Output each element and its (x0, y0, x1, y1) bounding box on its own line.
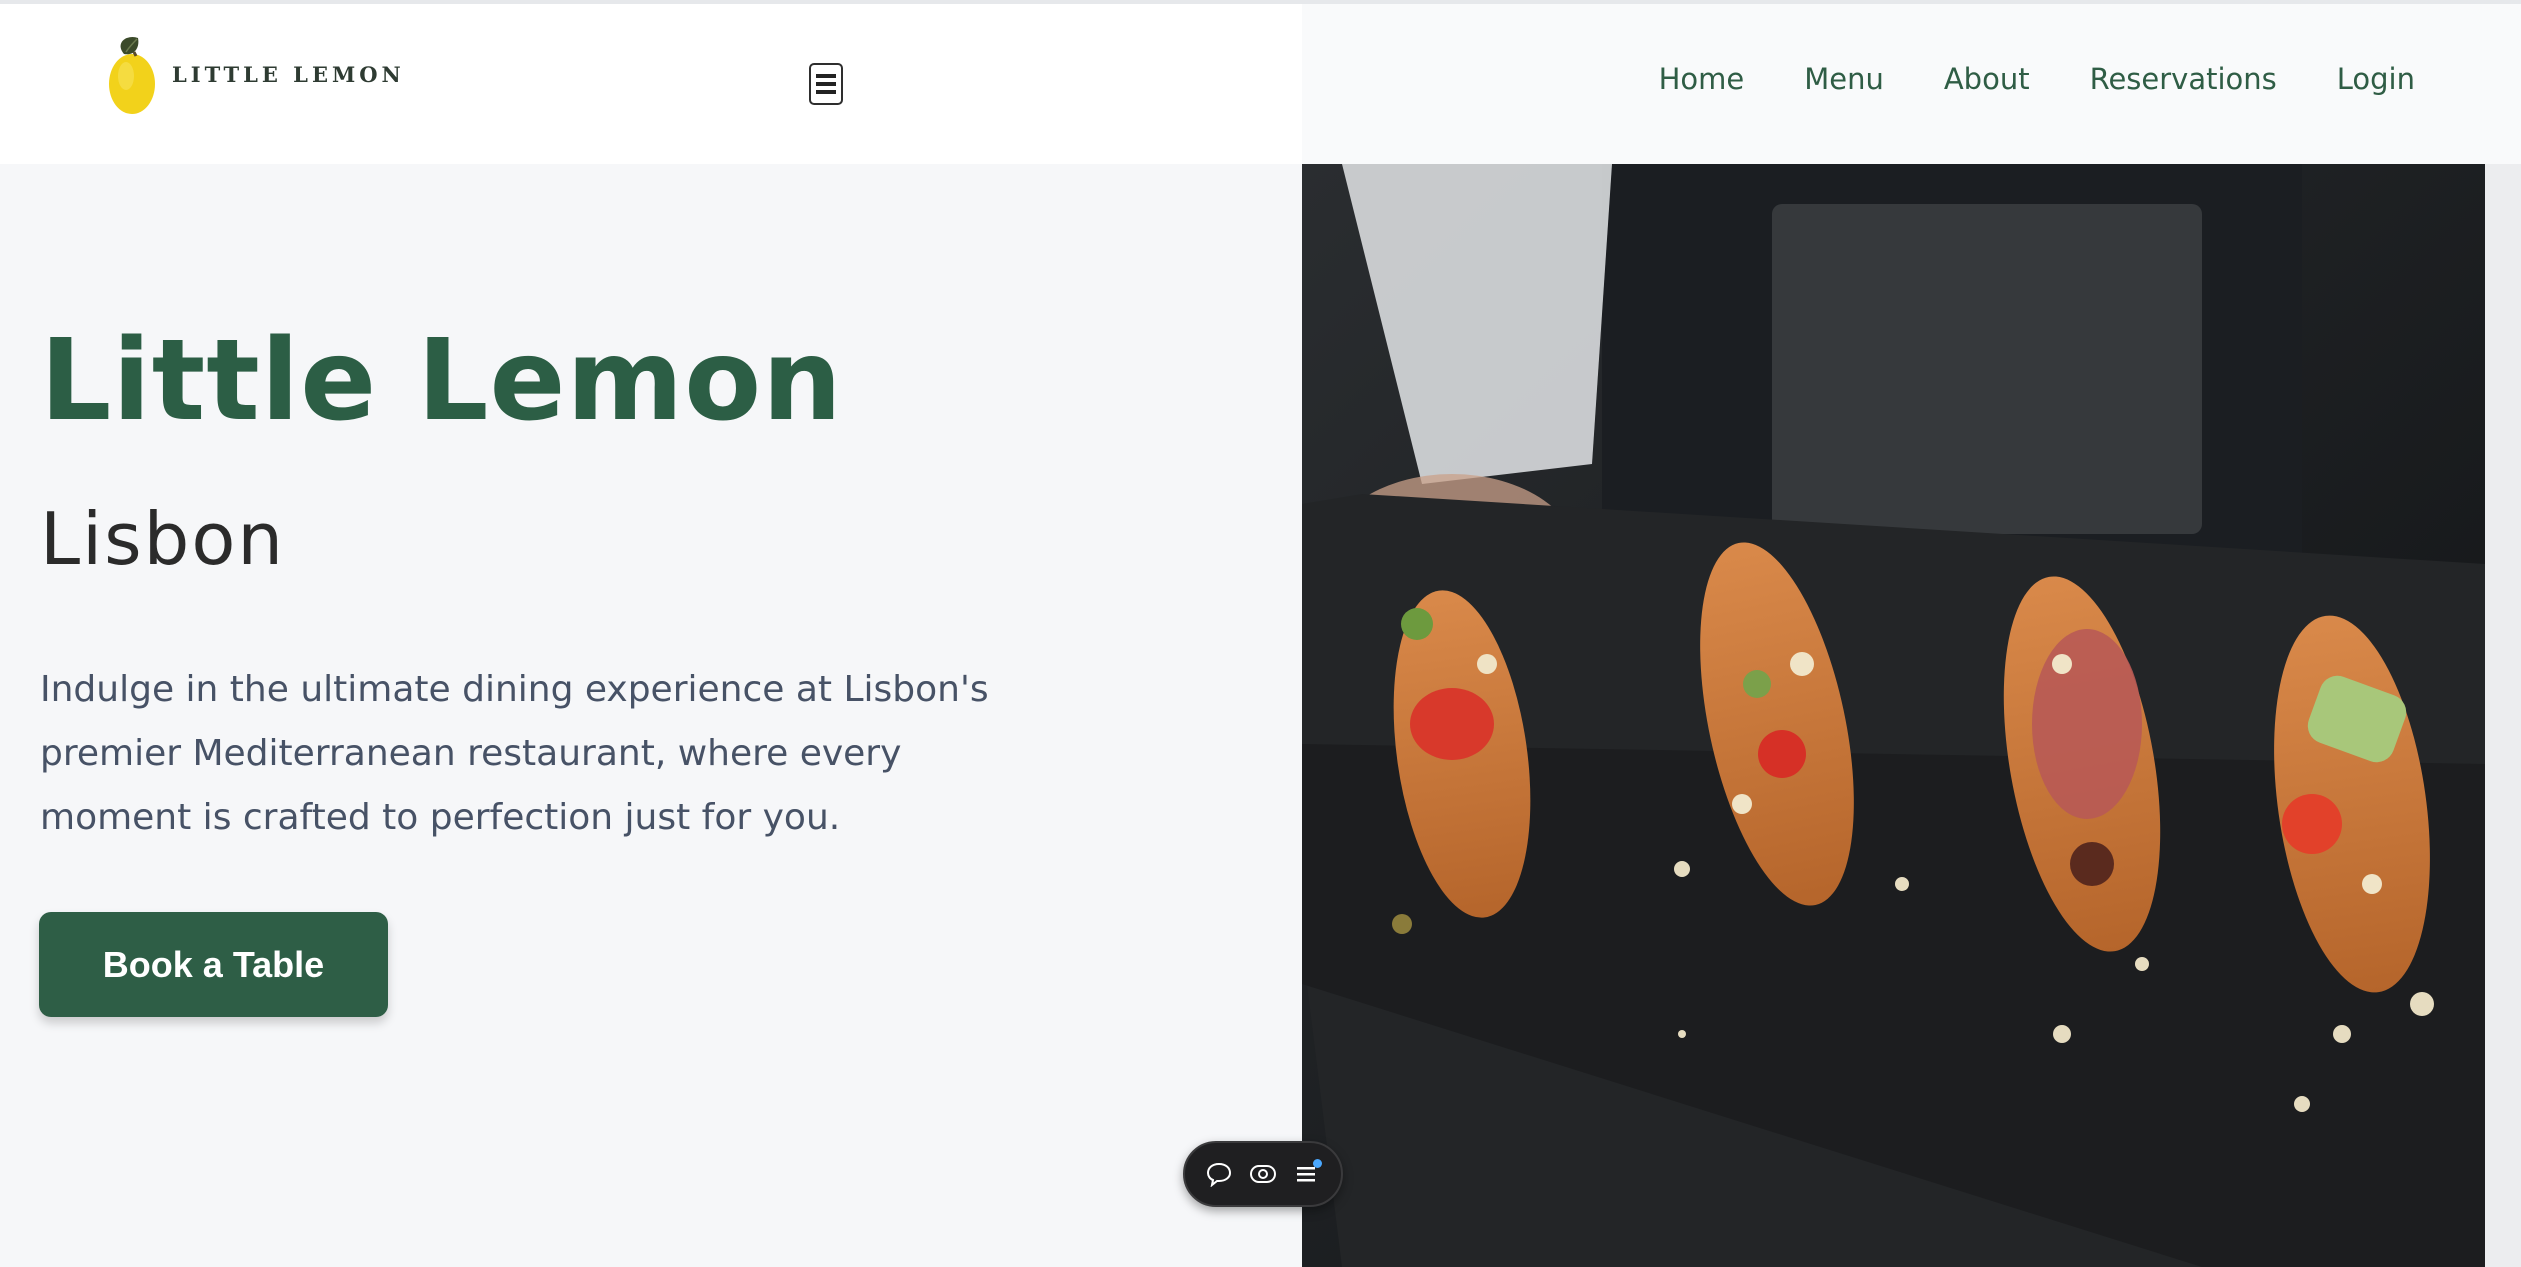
page: LITTLE LEMON Home Menu About Reservation… (0, 0, 2521, 1267)
brand-logo[interactable]: LITTLE LEMON (106, 32, 405, 116)
nav-menu[interactable]: Menu (1804, 62, 1884, 96)
lemon-icon (106, 32, 158, 116)
book-table-button[interactable]: Book a Table (39, 912, 388, 1017)
page-edge-strip (2485, 164, 2521, 1267)
eye-icon[interactable] (1244, 1155, 1282, 1193)
hero-title: Little Lemon (40, 316, 843, 446)
hero-city: Lisbon (40, 497, 286, 581)
hamburger-line (816, 82, 836, 86)
floating-toolbar (1183, 1141, 1343, 1207)
comment-icon[interactable] (1200, 1155, 1238, 1193)
list-menu-icon[interactable] (1288, 1155, 1326, 1193)
hamburger-line (816, 74, 836, 78)
hero-image (1302, 164, 2485, 1267)
hamburger-menu-icon[interactable] (809, 63, 843, 105)
nav-reservations[interactable]: Reservations (2090, 62, 2277, 96)
nav-login[interactable]: Login (2337, 62, 2415, 96)
nav-about[interactable]: About (1944, 62, 2030, 96)
hamburger-line (816, 90, 836, 94)
main-nav: Home Menu About Reservations Login (1659, 62, 2415, 96)
hero-description: Indulge in the ultimate dining experienc… (40, 669, 989, 838)
nav-home[interactable]: Home (1659, 62, 1745, 96)
brand-name: LITTLE LEMON (172, 61, 405, 87)
notification-dot (1313, 1159, 1322, 1168)
